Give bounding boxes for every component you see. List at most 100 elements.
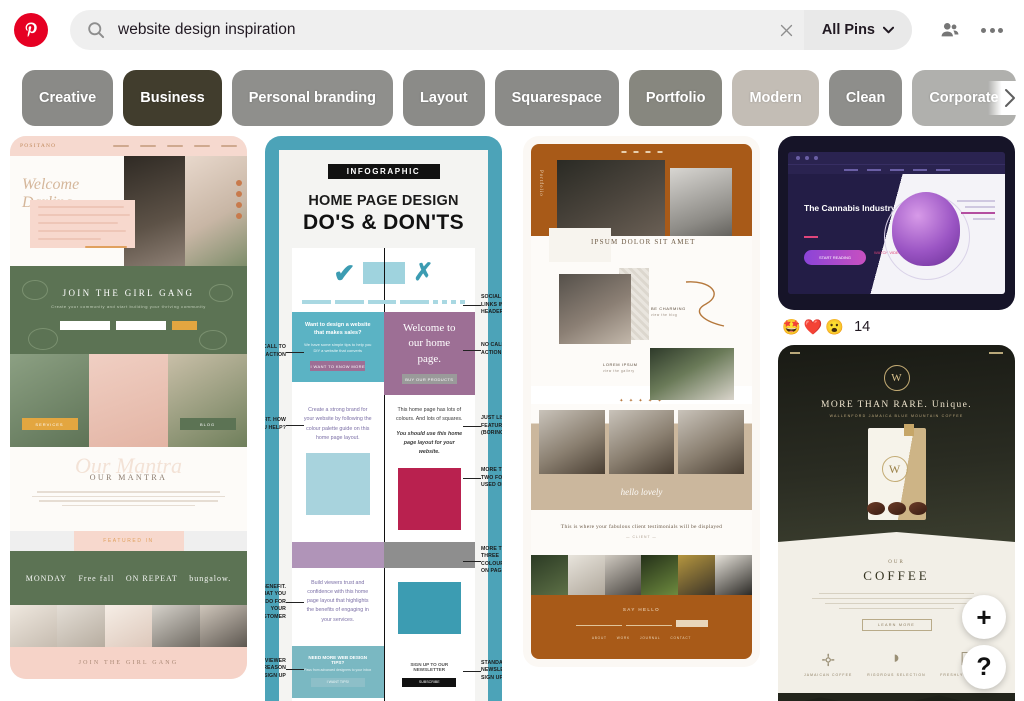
do-cta-block: Want to design a website that makes sale…: [292, 312, 384, 383]
do-signup-block: NEED MORE WEB DESIGN TIPS? Pass from adv…: [292, 645, 384, 698]
help-button[interactable]: ?: [962, 645, 1006, 689]
mockup-logo-row: MONDAY Free fall ON REPEAT bungalow.: [10, 551, 247, 605]
note-two-fonts: MORE THAN TWO FONTS USED ON PAGE: [463, 467, 502, 490]
dont-signup-button: SUBSCRIBE: [402, 677, 457, 687]
mockup-category-strip: SERVICES BLOG: [10, 354, 247, 447]
chip-portfolio[interactable]: Portfolio: [628, 70, 723, 126]
mockup-featured-badge: FEATURED IN: [73, 531, 184, 551]
coffee-headline: MORE THAN RARE. Unique.: [820, 400, 973, 410]
mockup-join-sub: Create your community and start building…: [51, 304, 206, 309]
mockup-gallery-row: [10, 605, 247, 647]
chevron-right-icon: [1005, 89, 1015, 107]
mockup-join-section: JOIN THE GIRL GANG Create your community…: [10, 266, 247, 354]
moodboard-photo-trio: [531, 404, 752, 474]
moodboard-nav: [621, 151, 662, 153]
more-horizontal-icon: [981, 27, 1003, 33]
moodboard-script: hello lovely: [620, 487, 663, 497]
dont-cta-button: BUY OUR PRODUCTS: [401, 374, 457, 385]
clear-search-button[interactable]: [770, 10, 804, 50]
trust-row: Build viewers trust and confidence with …: [265, 568, 475, 646]
cross-icon: ✗: [413, 259, 434, 286]
chip-clean[interactable]: Clean: [828, 70, 903, 126]
browser-toolbar: [788, 152, 1005, 164]
mockup-logo-3: ON REPEAT: [125, 573, 178, 583]
profile-button[interactable]: [932, 12, 968, 48]
search-icon: [88, 22, 105, 39]
cannabis-side-text: [957, 200, 995, 220]
pin-grid: POSITANO Welcome Darling: [0, 136, 1024, 701]
moodboard-photo-4: [650, 348, 734, 400]
dont-signup-title: SIGN UP TO OUR NEWSLETTER: [410, 661, 449, 672]
chip-modern[interactable]: Modern: [732, 70, 819, 126]
pin-card-cannabis-ui[interactable]: The Cannabis Industry is Growing Up STAR…: [778, 136, 1015, 310]
cta-row: Want to design a website that makes sale…: [265, 312, 502, 396]
chip-layout[interactable]: Layout: [403, 70, 485, 126]
coffee-bag-seal: W: [881, 456, 908, 482]
coffee-feature-2: ◗ RIGOROUS SELECTION: [863, 647, 931, 677]
people-icon: [941, 23, 959, 37]
mockup-navbar: POSITANO: [10, 136, 247, 156]
more-options-button[interactable]: [974, 12, 1010, 48]
mockup-logo-2: Free fall: [78, 573, 115, 583]
moodboard-title: IPSUM DOLOR SIT AMET: [591, 238, 696, 246]
pinterest-p-icon: [25, 22, 37, 37]
pin-card-pink-green-website[interactable]: POSITANO Welcome Darling: [10, 136, 247, 679]
do-signup-title: NEED MORE WEB DESIGN TIPS?: [308, 654, 368, 665]
mockup-hero: Welcome Darling: [10, 156, 247, 266]
do-benefit-text: Create a strong brand for your website b…: [303, 407, 372, 441]
signup-row: NEED MORE WEB DESIGN TIPS? Pass from adv…: [265, 645, 502, 698]
chip-personal-branding[interactable]: Personal branding: [231, 70, 394, 126]
coffee-feature-1: 🝊 JAMAICAN COFFEE: [794, 647, 862, 678]
pinterest-logo[interactable]: [14, 13, 48, 47]
chip-business[interactable]: Business: [123, 70, 222, 126]
mockup-mantra-section: Our Mantra OUR MANTRA: [10, 447, 247, 531]
close-icon: [781, 24, 793, 36]
do-signup-button: I WANT TIPS!: [310, 677, 365, 687]
scroll-chips-right-button[interactable]: [988, 81, 1022, 115]
chip-creative[interactable]: Creative: [22, 70, 114, 126]
create-pin-button[interactable]: +: [962, 595, 1006, 639]
dont-band: [383, 541, 475, 568]
pin-card-infographic[interactable]: INFOGRAPHIC HOME PAGE DESIGN DO'S & DON'…: [265, 136, 502, 701]
chip-squarespace[interactable]: Squarespace: [494, 70, 619, 126]
moodboard-side-label: Portfolio: [538, 170, 543, 197]
note-benefit-help: BENEFIT. HOW CAN YOU HELP?: [265, 417, 304, 432]
mockup-nav-links: [113, 145, 237, 147]
mock-navbar: [292, 298, 475, 312]
mockup-mantra-title: OUR MANTRA: [89, 473, 168, 482]
pin-reactions[interactable]: 🤩 ❤️ 😮 14: [778, 310, 1015, 345]
dont-color-swatch: [397, 467, 461, 530]
squiggle-decoration: [685, 281, 725, 327]
coffee-subhead: WALLENFORD JAMAICA BLUE MOUNTAIN COFFEE: [829, 414, 964, 418]
search-bar[interactable]: All Pins: [70, 10, 912, 50]
coffee-topbar: [778, 345, 1015, 361]
reaction-star-struck-icon[interactable]: 🤩: [782, 320, 801, 335]
note-call-to-action: CALL TO ACTION: [265, 344, 304, 359]
dont-benefit-text: This home page has lots of colours. And …: [395, 407, 463, 423]
note-good-reason-signup: GIVES VIEWER GOOD REASON TO SIGN UP: [265, 658, 304, 681]
coffee-crest-logo: W: [883, 365, 910, 391]
reaction-surprised-icon[interactable]: 😮: [825, 320, 844, 335]
moodboard-testimonial: This is where your fabulous client testi…: [531, 510, 752, 555]
coffee-section-eyebrow: OUR: [888, 560, 905, 565]
all-pins-dropdown[interactable]: All Pins: [803, 10, 912, 50]
reaction-count: 14: [854, 319, 871, 335]
infographic-subtitle: DO'S & DON'TS: [302, 211, 465, 234]
mockup-footer: JOIN THE GIRL GANG: [10, 647, 247, 679]
mockup-hero-photos: [123, 156, 247, 266]
do-band: [292, 541, 384, 568]
search-input[interactable]: [118, 21, 770, 39]
note-no-cta: NO CALL TO ACTION: [463, 342, 502, 357]
do-color-swatch: [306, 453, 370, 516]
pin-column-1: POSITANO Welcome Darling: [10, 136, 247, 679]
infographic-badge: INFOGRAPHIC: [327, 164, 440, 179]
mockup-hero-dots: [236, 180, 242, 219]
pin-card-rust-moodboard[interactable]: Portfolio IPSUM DOLOR SIT AMET BE CHARMI…: [523, 136, 760, 667]
cannabis-browser-mock: The Cannabis Industry is Growing Up STAR…: [788, 152, 1005, 294]
coffee-cta-button: LEARN MORE: [861, 619, 932, 632]
reaction-heart-icon[interactable]: ❤️: [804, 320, 823, 335]
moodboard-bottom-gallery: [531, 555, 752, 595]
benefit-row: Create a strong brand for your website b…: [265, 395, 502, 541]
moodboard-quote: This is where your fabulous client testi…: [560, 524, 723, 530]
mockup-logo-4: bungalow.: [189, 573, 232, 583]
